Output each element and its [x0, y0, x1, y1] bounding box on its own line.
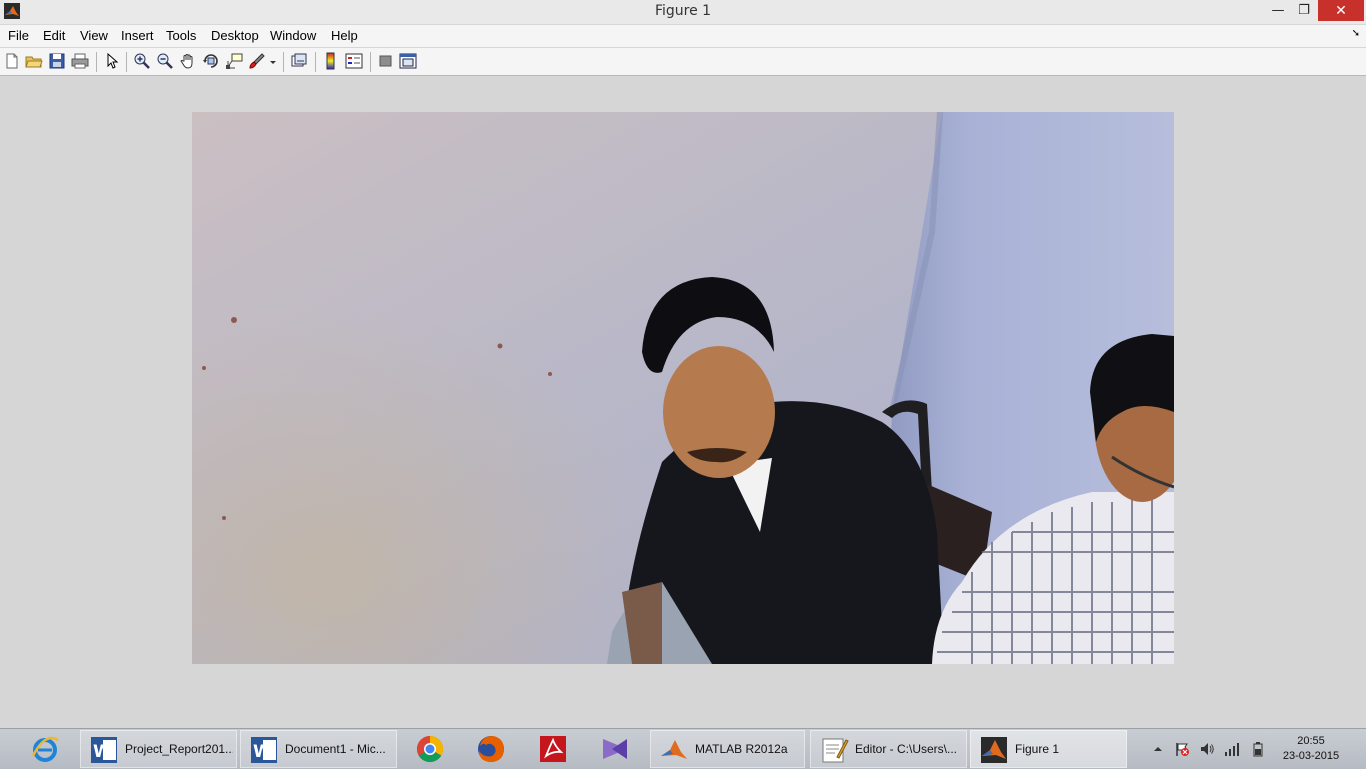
- action-center-flag-icon[interactable]: [1174, 741, 1190, 757]
- word-icon: W: [251, 737, 277, 763]
- network-icon[interactable]: [1224, 741, 1240, 757]
- rotate-3d-icon[interactable]: [202, 52, 220, 70]
- clock-date: 23-03-2015: [1282, 750, 1340, 762]
- edit-plot-arrow-icon[interactable]: [103, 52, 121, 70]
- toolbar-separator: [126, 52, 127, 72]
- menu-help[interactable]: Help: [331, 28, 358, 43]
- hide-plot-tools-icon[interactable]: [377, 52, 395, 70]
- taskbar-firefox[interactable]: [466, 730, 518, 768]
- taskbar-matlab-editor[interactable]: Editor - C:\Users\...: [810, 730, 967, 768]
- webcam-image: [192, 112, 1174, 664]
- toolbar-separator: [283, 52, 284, 72]
- menu-view[interactable]: View: [80, 28, 108, 43]
- menu-tools[interactable]: Tools: [166, 28, 196, 43]
- show-hidden-icons-icon[interactable]: [1152, 741, 1164, 757]
- taskbar-acrobat[interactable]: [528, 730, 580, 768]
- matlab-figure-icon: [981, 737, 1007, 763]
- taskbar-figure-1[interactable]: Figure 1: [970, 730, 1127, 768]
- show-plot-tools-icon[interactable]: [399, 52, 417, 70]
- save-figure-icon[interactable]: [48, 52, 66, 70]
- menu-edit[interactable]: Edit: [43, 28, 65, 43]
- print-figure-icon[interactable]: [71, 52, 89, 70]
- window-title: Figure 1: [654, 3, 712, 19]
- svg-text:W: W: [253, 742, 272, 762]
- taskbar-label: Project_Report201...: [125, 742, 233, 756]
- taskbar-word-document1[interactable]: W Document1 - Mic...: [240, 730, 397, 768]
- minimize-button[interactable]: —: [1266, 0, 1290, 22]
- menu-file[interactable]: File: [8, 28, 29, 43]
- acrobat-icon: [540, 736, 566, 762]
- internet-explorer-icon: [31, 736, 59, 762]
- zoom-out-icon[interactable]: [156, 52, 174, 70]
- svg-text:W: W: [93, 742, 112, 762]
- toolbar-separator: [315, 52, 316, 72]
- battery-icon[interactable]: [1252, 741, 1264, 757]
- photo-content: [192, 112, 1174, 664]
- system-clock[interactable]: 20:55 23-03-2015: [1276, 734, 1346, 764]
- editor-icon: [822, 738, 849, 763]
- link-plot-icon[interactable]: [290, 52, 308, 70]
- taskbar-label: Editor - C:\Users\...: [855, 742, 958, 756]
- insert-legend-icon[interactable]: [345, 52, 363, 70]
- word-icon: W: [91, 737, 117, 763]
- brush-dropdown-icon[interactable]: [268, 52, 278, 70]
- taskbar-label: Document1 - Mic...: [285, 742, 386, 756]
- clock-time: 20:55: [1297, 735, 1325, 747]
- close-button[interactable]: ✕: [1318, 0, 1364, 21]
- toolbar-separator: [370, 52, 371, 72]
- figure-toolbar: [0, 48, 1366, 76]
- menu-insert[interactable]: Insert: [121, 28, 154, 43]
- menu-window[interactable]: Window: [270, 28, 316, 43]
- matlab-icon: [661, 740, 687, 759]
- zoom-in-icon[interactable]: [133, 52, 151, 70]
- volume-icon[interactable]: [1199, 741, 1215, 757]
- taskbar-visual-studio[interactable]: [590, 730, 642, 768]
- taskbar: W Project_Report201... W Document1 - Mic…: [0, 728, 1366, 769]
- firefox-icon: [478, 736, 504, 762]
- new-figure-icon[interactable]: [3, 52, 21, 70]
- maximize-button[interactable]: ❐: [1292, 0, 1316, 22]
- brush-icon[interactable]: [248, 52, 266, 70]
- toolbar-separator: [96, 52, 97, 72]
- menu-desktop[interactable]: Desktop: [211, 28, 259, 43]
- data-cursor-icon[interactable]: [225, 52, 243, 70]
- taskbar-chrome[interactable]: [405, 730, 457, 768]
- taskbar-label: Figure 1: [1015, 742, 1060, 756]
- visual-studio-icon: [603, 739, 627, 759]
- insert-colorbar-icon[interactable]: [322, 52, 340, 70]
- open-file-icon[interactable]: [25, 52, 43, 70]
- taskbar-word-project-report[interactable]: W Project_Report201...: [80, 730, 237, 768]
- pan-hand-icon[interactable]: [179, 52, 197, 70]
- taskbar-label: MATLAB R2012a: [695, 742, 788, 756]
- taskbar-internet-explorer[interactable]: [20, 730, 72, 768]
- title-bar: Figure 1 — ❐ ✕: [0, 0, 1366, 25]
- menu-bar: File Edit View Insert Tools Desktop Wind…: [0, 25, 1366, 47]
- chrome-icon: [416, 735, 444, 763]
- dock-figure-icon[interactable]: ➘: [1352, 28, 1360, 39]
- taskbar-matlab[interactable]: MATLAB R2012a: [650, 730, 805, 768]
